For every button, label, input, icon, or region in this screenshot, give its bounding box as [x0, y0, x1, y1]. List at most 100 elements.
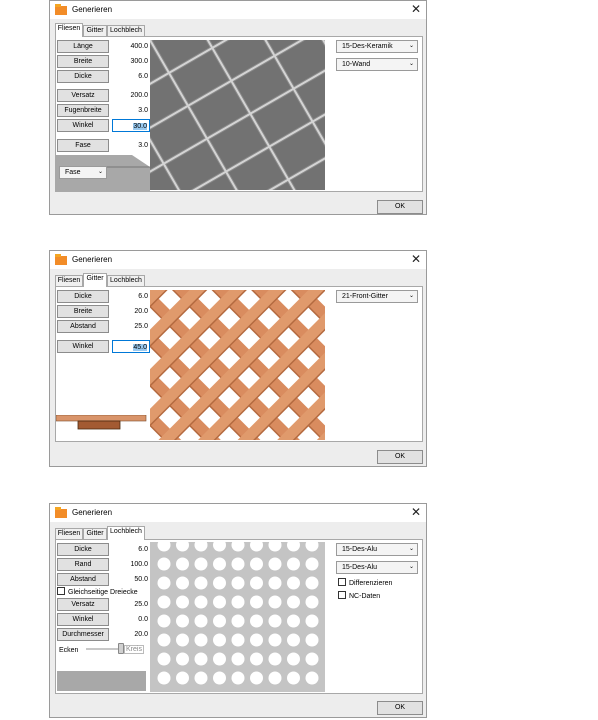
hole — [176, 557, 189, 571]
lattice-preview — [150, 290, 325, 440]
angle-button[interactable]: Winkel — [57, 613, 109, 626]
close-icon[interactable]: ✕ — [411, 252, 421, 266]
hole — [231, 595, 245, 609]
angle-button[interactable]: Winkel — [57, 340, 109, 353]
hole — [287, 614, 300, 628]
close-icon[interactable]: ✕ — [411, 505, 421, 519]
angle-field[interactable]: 45.0 — [112, 340, 150, 353]
dialog-title: Generieren — [72, 255, 113, 264]
offset-button[interactable]: Versatz — [57, 598, 109, 611]
nc-data-checkbox[interactable]: NC-Daten — [338, 591, 380, 601]
angle-field[interactable]: 0.0 — [112, 613, 150, 626]
close-icon[interactable]: ✕ — [411, 2, 421, 16]
tile-pattern — [150, 40, 325, 190]
checkbox-box[interactable] — [338, 578, 346, 586]
spacing-button[interactable]: Abstand — [57, 573, 109, 586]
width-button[interactable]: Breite — [57, 305, 109, 318]
profile-select[interactable]: Fase ⌄ — [59, 166, 107, 179]
hole — [287, 671, 300, 685]
offset-button[interactable]: Versatz — [57, 89, 109, 102]
joint-width-button[interactable]: Fugenbreite — [57, 104, 109, 117]
hole — [231, 614, 245, 628]
perforated-pattern — [157, 542, 319, 685]
tab-page-fliesen: Länge 400.0 Breite 300.0 Dicke 6.0 Versa… — [55, 36, 423, 192]
hole — [176, 576, 189, 590]
hole — [157, 671, 171, 685]
hole — [305, 671, 319, 685]
layer-select[interactable]: 15-Des-Alu ⌄ — [336, 561, 418, 574]
hole — [268, 633, 282, 647]
margin-button[interactable]: Rand — [57, 558, 109, 571]
thickness-button[interactable]: Dicke — [57, 543, 109, 556]
hole — [194, 542, 208, 552]
hole — [287, 652, 300, 666]
length-field[interactable]: 400.0 — [112, 40, 150, 53]
corners-slider-track[interactable] — [86, 648, 122, 650]
hole — [268, 671, 282, 685]
profile-diagram — [57, 671, 146, 691]
thickness-field[interactable]: 6.0 — [112, 70, 150, 83]
corners-end-label: Kreis — [124, 645, 144, 654]
spacing-field[interactable]: 25.0 — [112, 320, 150, 333]
hole — [213, 652, 226, 666]
width-field[interactable]: 20.0 — [112, 305, 150, 318]
layer-select[interactable]: 10-Wand ⌄ — [336, 58, 418, 71]
differentiate-checkbox[interactable]: Differenzieren — [338, 578, 392, 588]
generate-dialog-lattice: Generieren ✕ Fliesen Gitter Lochblech Di… — [49, 250, 427, 467]
spacing-field[interactable]: 50.0 — [112, 573, 150, 586]
margin-field[interactable]: 100.0 — [112, 558, 150, 571]
dialog-body: Fliesen Gitter Lochblech Länge 400.0 Bre… — [50, 19, 426, 214]
spacing-button[interactable]: Abstand — [57, 320, 109, 333]
hole — [250, 614, 263, 628]
material-select[interactable]: 15-Des-Keramik ⌄ — [336, 40, 418, 53]
hole — [268, 595, 282, 609]
width-button[interactable]: Breite — [57, 55, 109, 68]
diameter-button[interactable]: Durchmesser — [57, 628, 109, 641]
offset-field[interactable]: 200.0 — [112, 89, 150, 102]
thickness-field[interactable]: 6.0 — [112, 290, 150, 303]
hole — [176, 614, 189, 628]
hole — [157, 576, 171, 590]
checkbox-box[interactable] — [338, 591, 346, 599]
ok-button[interactable]: OK — [377, 701, 423, 715]
hole — [250, 671, 263, 685]
hole — [176, 633, 189, 647]
tab-gitter[interactable]: Gitter — [83, 273, 107, 287]
hole — [213, 557, 226, 571]
hole — [157, 557, 171, 571]
checkbox-label: Gleichseitige Dreiecke — [68, 589, 138, 596]
checkbox-box[interactable] — [57, 587, 65, 595]
angle-button[interactable]: Winkel — [57, 119, 109, 132]
hole — [176, 595, 189, 609]
ok-button[interactable]: OK — [377, 450, 423, 464]
chamfer-field[interactable]: 3.0 — [112, 139, 150, 152]
hole — [305, 652, 319, 666]
tab-page-gitter: Dicke 6.0 Breite 20.0 Abstand 25.0 Winke… — [55, 286, 423, 442]
thickness-button[interactable]: Dicke — [57, 70, 109, 83]
chamfer-button[interactable]: Fase — [57, 139, 109, 152]
hole — [268, 652, 282, 666]
thickness-field[interactable]: 6.0 — [112, 543, 150, 556]
tab-lochblech[interactable]: Lochblech — [107, 526, 145, 540]
generate-dialog-tiles: Generieren ✕ Fliesen Gitter Lochblech Lä… — [49, 0, 427, 215]
ok-button[interactable]: OK — [377, 200, 423, 214]
width-field[interactable]: 300.0 — [112, 55, 150, 68]
hole — [213, 576, 226, 590]
tab-fliesen[interactable]: Fliesen — [55, 23, 83, 37]
hole — [287, 557, 300, 571]
hole — [231, 576, 245, 590]
hole — [157, 614, 171, 628]
app-icon — [55, 254, 67, 265]
equilateral-triangles-checkbox[interactable]: Gleichseitige Dreiecke — [57, 587, 138, 597]
material-select[interactable]: 15-Des-Alu ⌄ — [336, 543, 418, 556]
hole — [231, 652, 245, 666]
hole — [231, 633, 245, 647]
diameter-field[interactable]: 20.0 — [112, 628, 150, 641]
material-select[interactable]: 21-Front-Gitter ⌄ — [336, 290, 418, 303]
offset-field[interactable]: 25.0 — [112, 598, 150, 611]
joint-width-field[interactable]: 3.0 — [112, 104, 150, 117]
length-button[interactable]: Länge — [57, 40, 109, 53]
thickness-button[interactable]: Dicke — [57, 290, 109, 303]
hole — [194, 557, 208, 571]
angle-field[interactable]: 30.0 — [112, 119, 150, 132]
